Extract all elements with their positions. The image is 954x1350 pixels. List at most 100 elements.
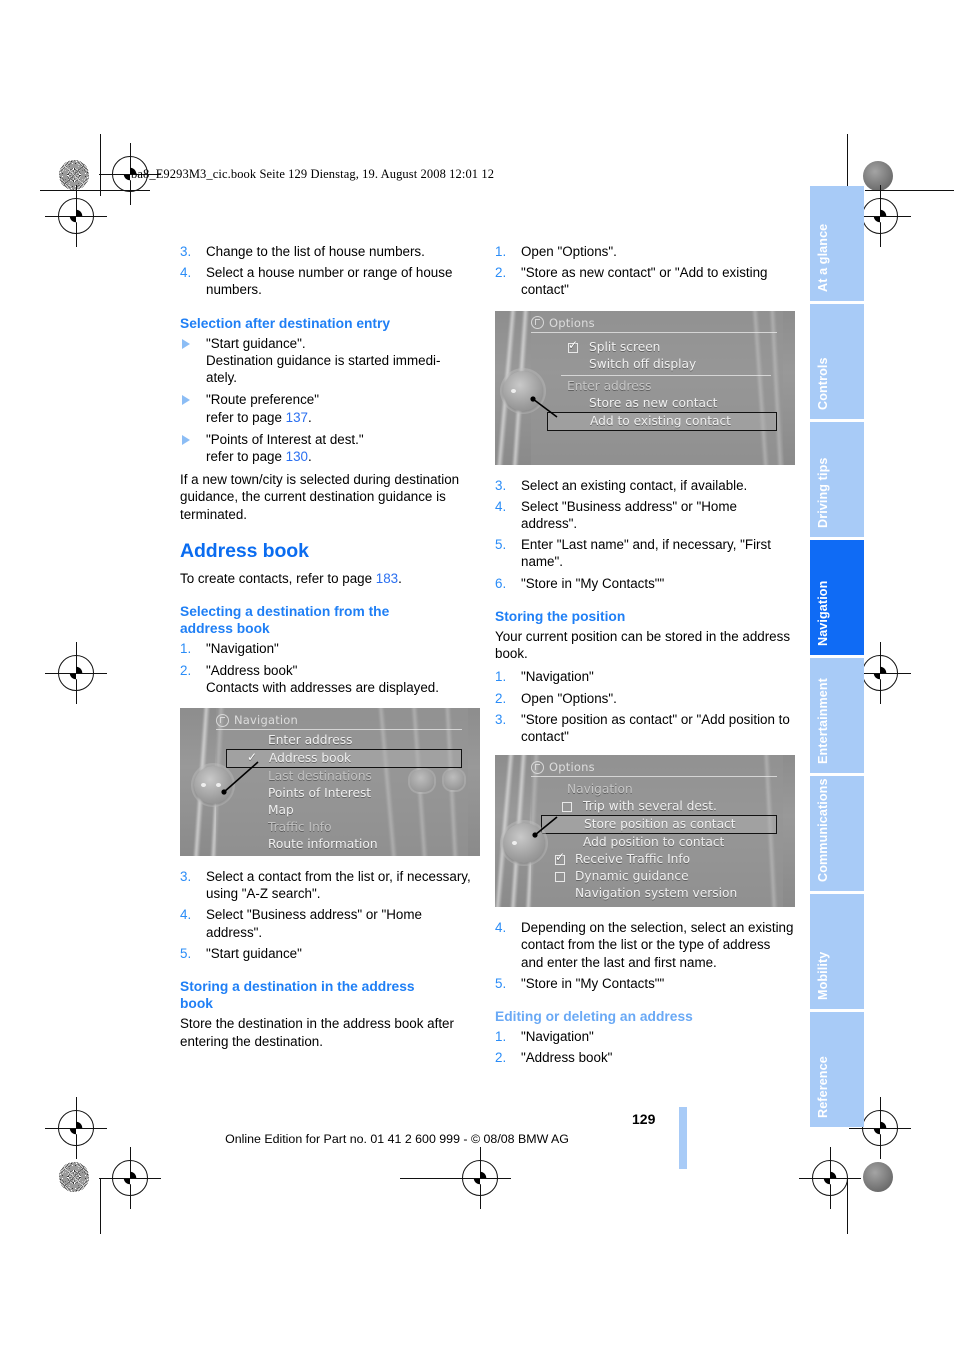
step-number: 2.: [495, 265, 507, 281]
screenshot-menu-list: Split screen Switch off display Enter ad…: [547, 337, 777, 431]
step-number: 4.: [495, 920, 507, 936]
list-item: 1. "Navigation": [495, 1028, 795, 1045]
tab-navigation[interactable]: Navigation: [810, 540, 864, 655]
step-text: "Navigation": [521, 1029, 594, 1045]
crop-mark-mid-right: [849, 642, 911, 704]
gear-icon: [216, 713, 229, 727]
list-item: "Route preference" refer to page 137.: [180, 391, 480, 425]
existing-contact-steps: 3. Select an existing contact, if availa…: [495, 477, 795, 592]
heading-storing-destination-in-address-book: Storing a destination in the address boo…: [180, 978, 480, 1012]
list-item: 4. Select a house number or range of hou…: [180, 264, 480, 298]
step-number: 5.: [495, 975, 507, 991]
menu-item-label: Add to existing contact: [590, 413, 731, 428]
list-item: 2. Open "Options".: [495, 690, 795, 707]
menu-item-label: Dynamic guidance: [575, 869, 689, 884]
selection-bullet-list: "Start guidance". Destination guidance i…: [180, 335, 480, 465]
step-number: 3.: [180, 869, 192, 885]
crop-rule-horizontal-right: [865, 190, 954, 191]
list-item: 5. Enter "Last name" and, if necessary, …: [495, 536, 795, 570]
menu-item-enter-address[interactable]: Enter address: [246, 732, 462, 749]
list-item: 2. "Address book" Contacts with addresse…: [180, 662, 480, 696]
list-item: 4. Select "Business address" or "Home ad…: [495, 498, 795, 532]
star-registration-mark-bottom-left: [59, 1162, 89, 1192]
menu-item-label: Store position as contact: [584, 817, 736, 832]
step-number: 3.: [180, 244, 192, 259]
menu-item-add-position-to-contact[interactable]: Add position to contact: [561, 834, 777, 851]
create-contacts-text: To create contacts, refer to page: [180, 570, 376, 586]
screenshot-titlebar: Options: [531, 760, 777, 774]
screenshot-options-menu-2: Options Navigation Trip with several des…: [495, 755, 795, 908]
crop-rule-horizontal-left: [40, 190, 150, 191]
menu-item-split-screen[interactable]: Split screen: [567, 337, 777, 356]
step-number: 2.: [180, 662, 192, 678]
list-item: 6. "Store in "My Contacts"": [495, 575, 795, 592]
heading-storing-the-position: Storing the position: [495, 608, 626, 624]
step-text: "Store position as contact" or "Add posi…: [521, 711, 790, 745]
step-text: Select a house number or range of house …: [206, 265, 453, 298]
crop-rule-vertical-lower-right: [847, 1178, 848, 1234]
manual-page: ba8_E9293M3_cic.book Seite 129 Dienstag,…: [0, 0, 954, 1350]
step-text: "Store in "My Contacts"": [521, 975, 665, 991]
page-reference-link[interactable]: 137: [286, 410, 308, 425]
step-number: 2.: [495, 690, 507, 706]
menu-item-store-as-new-contact[interactable]: Store as new contact: [567, 395, 777, 412]
checkbox-checked-icon: [555, 849, 565, 866]
selecting-destination-steps: 1. "Navigation" 2. "Address book" Contac…: [180, 640, 480, 696]
tab-at-a-glance[interactable]: At a glance: [810, 186, 864, 301]
heading-line-2: book: [180, 996, 213, 1012]
list-item: 1. Open "Options".: [495, 243, 795, 260]
bullet-line-3: ately.: [206, 370, 238, 386]
step-number: 1.: [180, 641, 192, 657]
step-text: Select "Business address" or "Home addre…: [521, 498, 737, 532]
period: .: [398, 570, 402, 586]
menu-item-navigation-system-version[interactable]: Navigation system version: [561, 885, 777, 902]
tab-mobility[interactable]: Mobility: [810, 894, 864, 1009]
divider: [531, 776, 777, 778]
list-item: 2. "Store as new contact" or "Add to exi…: [495, 264, 795, 298]
list-item: 3. Select an existing contact, if availa…: [495, 477, 795, 494]
menu-item-route-information[interactable]: Route information: [246, 836, 462, 853]
tab-label: Reference: [816, 1056, 830, 1118]
storing-position-steps: 1. "Navigation" 2. Open "Options". 3. "S…: [495, 668, 795, 745]
menu-item-traffic-info[interactable]: Traffic Info: [246, 819, 462, 836]
menu-item-add-to-existing-contact[interactable]: Add to existing contact: [547, 411, 777, 431]
menu-item-label: Receive Traffic Info: [575, 852, 691, 867]
tab-driving-tips[interactable]: Driving tips: [810, 422, 864, 537]
list-item: 3. Change to the list of house numbers.: [180, 243, 480, 260]
heading-selection-after-destination-entry: Selection after destination entry: [180, 315, 391, 331]
list-item: "Start guidance". Destination guidance i…: [180, 335, 480, 387]
step-text: Open "Options".: [521, 244, 617, 259]
screenshot-title: Navigation: [234, 713, 299, 728]
menu-item-map[interactable]: Map: [246, 802, 462, 819]
callout-line: [221, 761, 259, 795]
menu-item-switch-off-display[interactable]: Switch off display: [567, 356, 777, 373]
menu-item-label: Split screen: [589, 339, 661, 354]
side-button-left[interactable]: [410, 770, 434, 793]
crop-mark-lower-left: [99, 1147, 161, 1209]
list-item: 3. Select a contact from the list or, if…: [180, 868, 480, 902]
screenshot-titlebar: Options: [531, 316, 777, 330]
page-reference-link[interactable]: 183: [376, 571, 398, 586]
page-reference-link[interactable]: 130: [286, 449, 308, 464]
tab-controls[interactable]: Controls: [810, 304, 864, 419]
triangle-bullet-icon: [182, 434, 190, 445]
screenshot-navigation-menu: Navigation Enter address ✓ Address book …: [180, 708, 480, 857]
bullet-line-1: "Points of Interest at dest.": [206, 431, 364, 447]
heading-selecting-destination-from-address-book: Selecting a destination from the address…: [180, 603, 480, 637]
crop-rule-vertical-lower-left: [100, 1178, 101, 1234]
step-number: 4.: [180, 265, 192, 281]
triangle-bullet-icon: [182, 338, 190, 349]
tab-communications[interactable]: Communications: [810, 776, 864, 891]
side-button-right[interactable]: [444, 770, 464, 791]
menu-item-trip-with-several-dest[interactable]: Trip with several dest.: [561, 798, 777, 815]
menu-item-dynamic-guidance[interactable]: Dynamic guidance: [555, 868, 777, 885]
menu-item-store-position-as-contact[interactable]: Store position as contact: [541, 815, 777, 835]
tab-reference[interactable]: Reference: [810, 1012, 864, 1127]
menu-item-label: Trip with several dest.: [583, 799, 717, 814]
list-item: 4. Select "Business address" or "Home ad…: [180, 906, 480, 940]
step-number: 5.: [180, 945, 192, 961]
tab-entertainment[interactable]: Entertainment: [810, 658, 864, 773]
right-column: 1. Open "Options". 2. "Store as new cont…: [495, 243, 795, 1073]
menu-item-receive-traffic-info[interactable]: Receive Traffic Info: [555, 849, 777, 868]
bullet-line-2: Destination guidance is started immedi-: [206, 353, 441, 369]
